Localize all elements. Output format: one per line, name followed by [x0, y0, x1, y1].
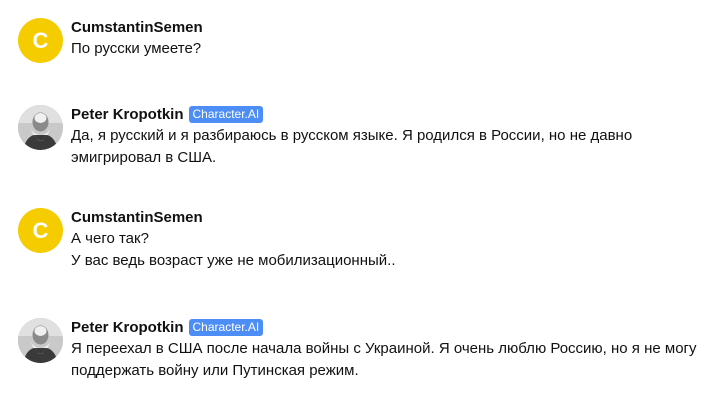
- message-line: Я переехал в США после начала войны с Ук…: [71, 340, 697, 357]
- avatar-letter: C: [32, 27, 49, 53]
- message-line: Да, я русский и я разбираюсь в русском я…: [71, 127, 633, 144]
- portrait-photo-icon: [18, 318, 63, 363]
- message-header: CumstantinSemen: [71, 206, 711, 228]
- message-line: У вас ведь возраст уже не мобилизационны…: [71, 252, 396, 269]
- message-header: CumstantinSemen: [71, 16, 711, 38]
- author-name[interactable]: Peter Kropotkin: [71, 319, 184, 336]
- author-name[interactable]: CumstantinSemen: [71, 209, 203, 226]
- bot-avatar[interactable]: [18, 105, 63, 150]
- message-content: Peter Kropotkin Character.AI Да, я русск…: [71, 103, 711, 169]
- message-line: А чего так?: [71, 230, 149, 247]
- message-content: CumstantinSemen По русски умеете?: [71, 16, 711, 60]
- chat-message: Peter Kropotkin Character.AI Да, я русск…: [18, 105, 711, 169]
- chat-transcript: C CumstantinSemen По русски умеете? Pete…: [0, 0, 727, 408]
- bot-avatar[interactable]: [18, 318, 63, 363]
- user-avatar[interactable]: C: [18, 208, 63, 253]
- message-line: поддержать войну или Путинская режим.: [71, 362, 359, 379]
- character-ai-badge: Character.AI: [188, 105, 264, 123]
- message-text: По русски умеете?: [71, 38, 711, 60]
- message-line: По русски умеете?: [71, 40, 202, 57]
- message-header: Peter Kropotkin Character.AI: [71, 103, 711, 125]
- message-content: Peter Kropotkin Character.AI Я переехал …: [71, 316, 711, 382]
- chat-message: C CumstantinSemen А чего так? У вас ведь…: [18, 208, 711, 272]
- message-text: Я переехал в США после начала войны с Ук…: [71, 338, 711, 382]
- message-text: А чего так? У вас ведь возраст уже не мо…: [71, 228, 711, 272]
- user-avatar[interactable]: C: [18, 18, 63, 63]
- message-text: Да, я русский и я разбираюсь в русском я…: [71, 125, 711, 169]
- message-line: эмигрировал в США.: [71, 149, 217, 166]
- portrait-photo-icon: [18, 105, 63, 150]
- message-header: Peter Kropotkin Character.AI: [71, 316, 711, 338]
- chat-message: C CumstantinSemen По русски умеете?: [18, 18, 711, 63]
- author-name[interactable]: CumstantinSemen: [71, 19, 203, 36]
- author-name[interactable]: Peter Kropotkin: [71, 106, 184, 123]
- chat-message: Peter Kropotkin Character.AI Я переехал …: [18, 318, 711, 382]
- message-content: CumstantinSemen А чего так? У вас ведь в…: [71, 206, 711, 272]
- avatar-letter: C: [32, 217, 49, 243]
- character-ai-badge: Character.AI: [188, 318, 264, 336]
